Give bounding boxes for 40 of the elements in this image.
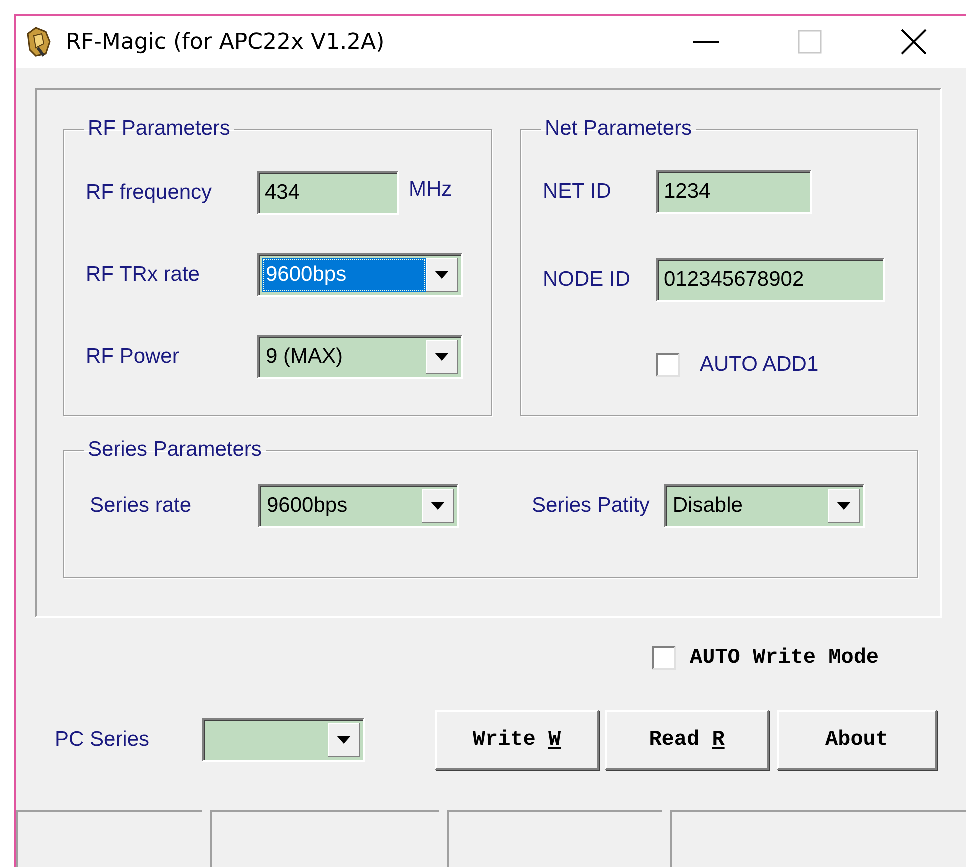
- checkbox[interactable]: [652, 646, 676, 670]
- dropdown[interactable]: 9600bps: [257, 253, 463, 297]
- action-button[interactable]: About: [777, 710, 937, 770]
- caret-icon: [435, 271, 449, 279]
- field-label: RF Power: [86, 345, 180, 369]
- dropdown-value: Disable: [672, 493, 744, 519]
- input-field[interactable]: 434: [257, 171, 399, 215]
- input-field[interactable]: 012345678902: [656, 258, 885, 302]
- caret-icon: [337, 736, 351, 744]
- field-label: PC Series: [55, 728, 151, 752]
- dropdown[interactable]: Disable: [664, 484, 865, 528]
- field-label: RF frequency: [86, 181, 214, 205]
- caret-icon: [836, 502, 851, 510]
- group-title: RF Parameters: [87, 117, 232, 141]
- dropdown[interactable]: [202, 718, 365, 762]
- caret-icon: [435, 353, 449, 361]
- field-label: NODE ID: [543, 268, 632, 292]
- field-label: Series Patity: [532, 494, 650, 518]
- dropdown-value: 9600bps: [262, 258, 426, 292]
- maximize-icon: [798, 30, 822, 54]
- close-icon: [901, 29, 927, 55]
- group-title: Net Parameters: [544, 117, 694, 141]
- checkbox-label: AUTO Write Mode: [690, 646, 880, 670]
- caret-icon: [431, 502, 445, 510]
- field-label: Series rate: [90, 494, 193, 518]
- dropdown[interactable]: 9 (MAX): [257, 335, 463, 379]
- input-field[interactable]: 1234: [656, 170, 812, 214]
- action-button[interactable]: Read R: [605, 710, 769, 770]
- dropdown[interactable]: 9600bps: [258, 484, 459, 528]
- unit-label: MHz: [409, 178, 452, 202]
- minimize-icon: [693, 41, 719, 43]
- window-title: RF-Magic (for APC22x V1.2A): [66, 30, 385, 54]
- checkbox[interactable]: [656, 353, 680, 377]
- group-title: Series Parameters: [87, 438, 263, 462]
- field-label: NET ID: [543, 180, 612, 204]
- dropdown-value: 9 (MAX): [265, 344, 344, 370]
- checkbox-label: AUTO ADD1: [700, 353, 819, 377]
- dropdown-value: 9600bps: [266, 493, 349, 519]
- field-label: RF TRx rate: [86, 263, 201, 287]
- action-button[interactable]: Write W: [435, 710, 599, 770]
